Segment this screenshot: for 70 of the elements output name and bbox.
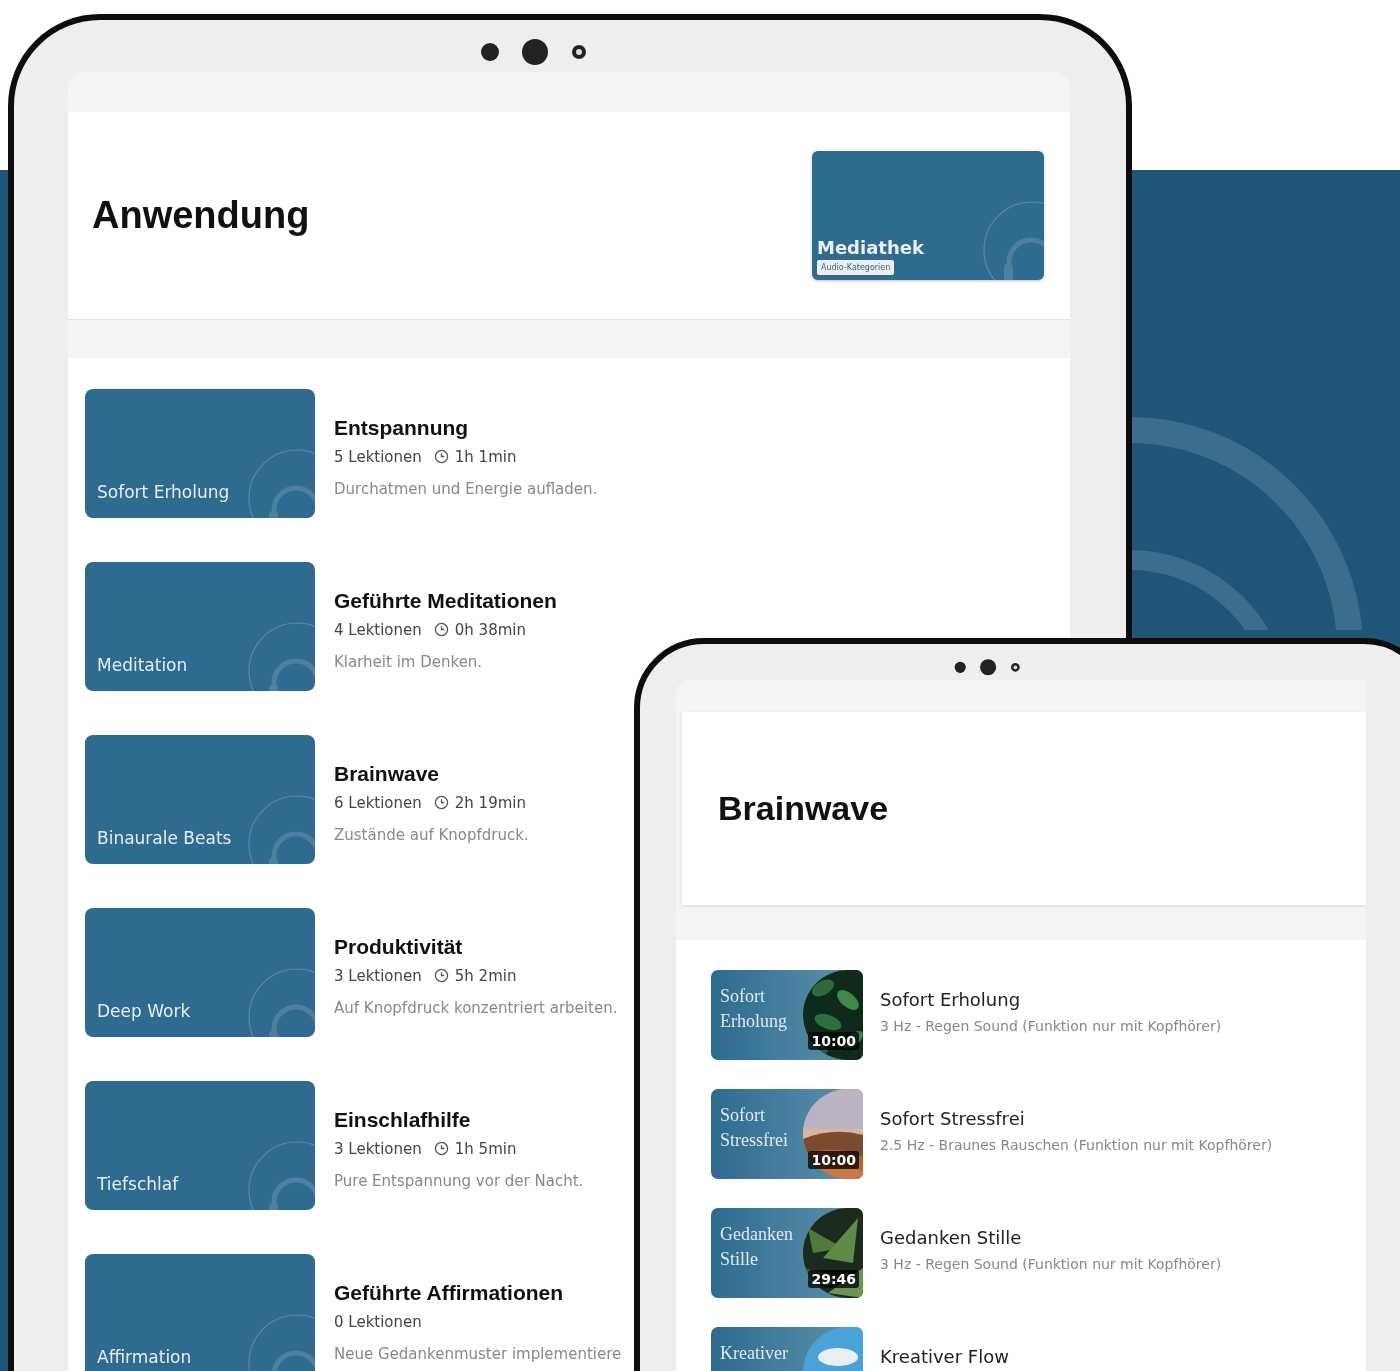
track-subtitle: 3 Hz - Regen Sound (Funktion nur mit Kopfhörer) (880, 1256, 1222, 1272)
page-title: Anwendung (92, 194, 310, 237)
course-duration: 1h 1min (454, 447, 517, 466)
lesson-count: 6 Lektionen (334, 793, 422, 812)
headphones-icon (247, 794, 315, 864)
course-description: Auf Knopfdruck konzentriert arbeiten. (334, 998, 618, 1017)
thumbnail-label: Sofort Erholung (720, 985, 788, 1033)
lesson-count: 3 Lektionen (334, 1139, 422, 1158)
thumbnail-label: Gedanken Stille (720, 1223, 794, 1271)
course-description: Zustände auf Knopfdruck. (334, 825, 529, 844)
course-duration: 2h 19min (454, 793, 526, 812)
track-thumbnail[interactable]: Gedanken Stille 29:46 (711, 1208, 863, 1298)
card-title: Mediathek (817, 237, 924, 258)
course-duration: 1h 5min (454, 1139, 517, 1158)
track-title[interactable]: Sofort Stressfrei (880, 1108, 1273, 1129)
course-title[interactable]: Brainwave (334, 761, 529, 786)
course-description: Pure Entspannung vor der Nacht. (334, 1171, 584, 1190)
track-thumbnail[interactable]: Kreativer (711, 1327, 863, 1371)
thumbnail-label: Tiefschlaf (97, 1174, 179, 1194)
track-title[interactable]: Sofort Erholung (880, 989, 1222, 1010)
duration-badge: 10:00 (808, 1032, 859, 1050)
course-title[interactable]: Geführte Affirmationen (334, 1280, 622, 1305)
lesson-count: 5 Lektionen (334, 447, 422, 466)
headphones-icon (247, 448, 315, 518)
course-description: Klarheit im Denken. (334, 652, 484, 671)
page-title: Brainwave (718, 789, 889, 828)
thumbnail-label: Affirmation (97, 1347, 192, 1367)
track-subtitle: 3 Hz - Regen Sound (Funktion nur mit Kopfhörer) (880, 1018, 1222, 1034)
lesson-count: 0 Lektionen (334, 1312, 422, 1331)
course-description: Neue Gedankenmuster implementiere (334, 1344, 622, 1363)
track-thumbnail[interactable]: Sofort Stressfrei 10:00 (711, 1089, 863, 1179)
course-thumbnail[interactable]: Deep Work (85, 908, 315, 1037)
course-title[interactable]: Produktivität (334, 934, 618, 959)
course-thumbnail[interactable]: Meditation (85, 562, 315, 691)
thumbnail-label: Sofort Stressfrei (720, 1104, 789, 1152)
headphones-icon (247, 967, 315, 1037)
thumbnail-label: Deep Work (97, 1001, 191, 1021)
course-title[interactable]: Entspannung (334, 415, 598, 440)
mediathek-card[interactable]: Mediathek Audio-Kategorien (812, 151, 1044, 280)
headphones-icon (982, 200, 1044, 280)
course-title[interactable]: Einschlafhilfe (334, 1107, 584, 1132)
headphones-icon (247, 1140, 315, 1210)
headphones-icon (247, 621, 315, 691)
clock-icon (433, 1141, 449, 1156)
clock-icon (433, 795, 449, 810)
duration-badge: 10:00 (808, 1151, 859, 1169)
track-thumbnail[interactable]: Sofort Erholung 10:00 (711, 970, 863, 1060)
track-title[interactable]: Kreativer Flow (880, 1346, 1009, 1367)
duration-badge: 29:46 (808, 1270, 859, 1288)
clock-icon (433, 449, 449, 464)
thumbnail-label: Kreativer (720, 1342, 789, 1365)
course-thumbnail[interactable]: Affirmation (85, 1254, 315, 1371)
course-thumbnail[interactable]: Sofort Erholung (85, 389, 315, 518)
course-thumbnail[interactable]: Binaurale Beats (85, 735, 315, 864)
clock-icon (433, 622, 449, 637)
thumbnail-label: Sofort Erholung (97, 482, 230, 502)
course-title[interactable]: Geführte Meditationen (334, 588, 557, 613)
course-thumbnail[interactable]: Tiefschlaf (85, 1081, 315, 1210)
lesson-count: 3 Lektionen (334, 966, 422, 985)
track-title[interactable]: Gedanken Stille (880, 1227, 1222, 1248)
course-description: Durchatmen und Energie aufladen. (334, 479, 598, 498)
lesson-count: 4 Lektionen (334, 620, 422, 639)
category-tag: Audio-Kategorien (817, 260, 895, 275)
course-duration: 5h 2min (454, 966, 517, 985)
clock-icon (433, 968, 449, 983)
track-subtitle: 2.5 Hz - Braunes Rauschen (Funktion nur mit Kopfhörer) (880, 1137, 1273, 1153)
camera-dots-drawing (954, 658, 1023, 677)
thumbnail-label: Meditation (97, 655, 188, 675)
course-duration: 0h 38min (454, 620, 526, 639)
thumbnail-label: Binaurale Beats (97, 828, 232, 848)
